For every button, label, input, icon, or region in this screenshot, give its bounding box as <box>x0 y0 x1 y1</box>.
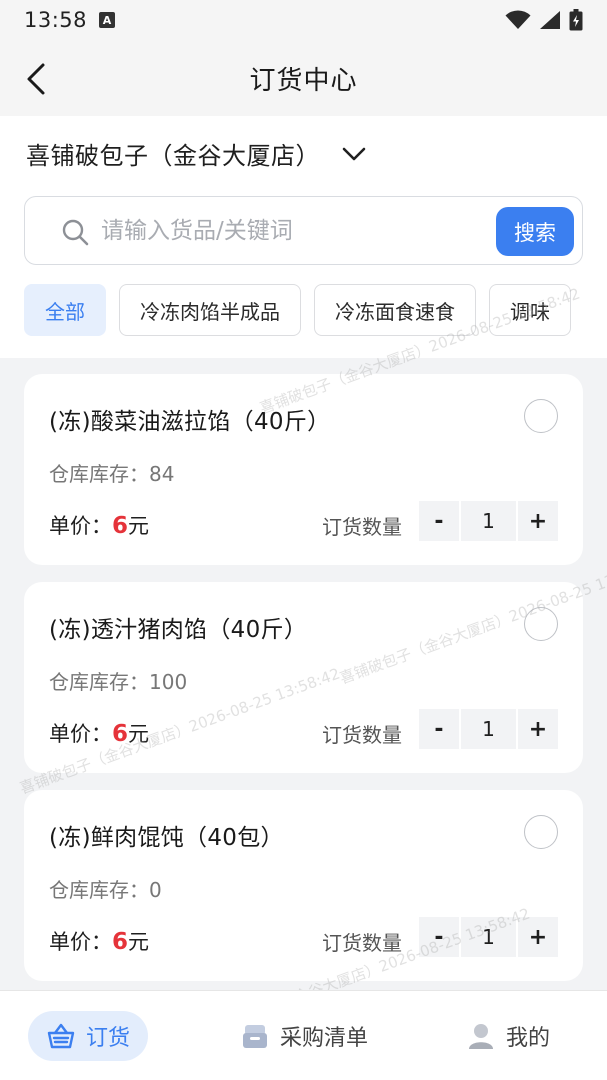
basket-icon <box>47 1023 75 1049</box>
chevron-down-icon <box>342 147 366 160</box>
tab-label: 订货 <box>86 1026 131 1051</box>
product-name: (冻)透汁猪肉馅（40斤） <box>49 617 308 643</box>
tab-mine[interactable]: 我的 <box>448 1011 568 1061</box>
select-checkbox[interactable] <box>524 815 558 849</box>
tab-order[interactable]: 订货 <box>28 1011 149 1061</box>
product-price: 单价：6元 <box>49 929 150 955</box>
search-button[interactable]: 搜索 <box>496 207 574 256</box>
increase-button[interactable]: + <box>518 709 558 749</box>
quantity-stepper: - 1 + <box>419 917 558 957</box>
quantity-label: 订货数量 <box>322 931 402 955</box>
product-price: 单价：6元 <box>49 721 150 747</box>
quantity-label: 订货数量 <box>322 515 402 539</box>
filter-panel: 喜铺破包子（金谷大厦店） 搜索 全部 冷冻肉馅半成品 冷冻面食速食 调味 <box>0 116 607 358</box>
quantity-value[interactable]: 1 <box>461 501 516 541</box>
select-checkbox[interactable] <box>524 399 558 433</box>
category-seasoning[interactable]: 调味 <box>489 284 571 336</box>
increase-button[interactable]: + <box>518 917 558 957</box>
signal-icon <box>540 11 560 29</box>
product-name: (冻)鲜肉馄饨（40包） <box>49 825 284 851</box>
search-box: 搜索 <box>24 196 583 265</box>
search-icon <box>62 219 89 246</box>
tab-label: 我的 <box>506 1026 551 1051</box>
product-card[interactable]: (冻)酸菜油滋拉馅（40斤） 仓库库存：84 单价：6元 订货数量 - 1 + <box>24 374 583 565</box>
product-stock: 仓库库存：100 <box>49 670 188 694</box>
store-name: 喜铺破包子（金谷大厦店） <box>26 142 320 170</box>
status-time: 13:58 <box>24 8 88 32</box>
product-card[interactable]: (冻)鲜肉馄饨（40包） 仓库库存：0 单价：6元 订货数量 - 1 + <box>24 790 583 981</box>
product-stock: 仓库库存：0 <box>49 878 162 902</box>
purchase-list-icon <box>243 1025 267 1048</box>
product-name: (冻)酸菜油滋拉馅（40斤） <box>49 409 331 435</box>
quantity-value[interactable]: 1 <box>461 709 516 749</box>
quantity-label: 订货数量 <box>322 723 402 747</box>
back-arrow-icon[interactable] <box>22 62 52 96</box>
quantity-value[interactable]: 1 <box>461 917 516 957</box>
category-all[interactable]: 全部 <box>24 284 106 336</box>
wifi-icon <box>505 10 531 29</box>
product-price: 单价：6元 <box>49 513 150 539</box>
select-checkbox[interactable] <box>524 607 558 641</box>
decrease-button[interactable]: - <box>419 501 459 541</box>
page-title: 订货中心 <box>249 65 358 96</box>
product-card[interactable]: (冻)透汁猪肉馅（40斤） 仓库库存：100 单价：6元 订货数量 - 1 + <box>24 582 583 773</box>
category-frozen-noodles[interactable]: 冷冻面食速食 <box>314 284 476 336</box>
tab-label: 采购清单 <box>280 1026 369 1051</box>
notification-icon: A <box>99 12 116 28</box>
decrease-button[interactable]: - <box>419 917 459 957</box>
header: 订货中心 <box>0 40 607 116</box>
status-bar: 13:58 A <box>0 0 607 40</box>
quantity-stepper: - 1 + <box>419 709 558 749</box>
category-frozen-filling[interactable]: 冷冻肉馅半成品 <box>119 284 301 336</box>
search-input[interactable] <box>101 207 491 255</box>
store-selector[interactable]: 喜铺破包子（金谷大厦店） <box>26 136 366 171</box>
user-icon <box>469 1024 493 1049</box>
category-tabs: 全部 冷冻肉馅半成品 冷冻面食速食 调味 <box>24 284 583 336</box>
decrease-button[interactable]: - <box>419 709 459 749</box>
quantity-stepper: - 1 + <box>419 501 558 541</box>
tab-purchase-list[interactable]: 采购清单 <box>222 1011 386 1061</box>
product-stock: 仓库库存：84 <box>49 462 175 486</box>
bottom-tab-bar: 订货 采购清单 我的 <box>0 990 607 1080</box>
increase-button[interactable]: + <box>518 501 558 541</box>
battery-icon <box>569 9 583 31</box>
